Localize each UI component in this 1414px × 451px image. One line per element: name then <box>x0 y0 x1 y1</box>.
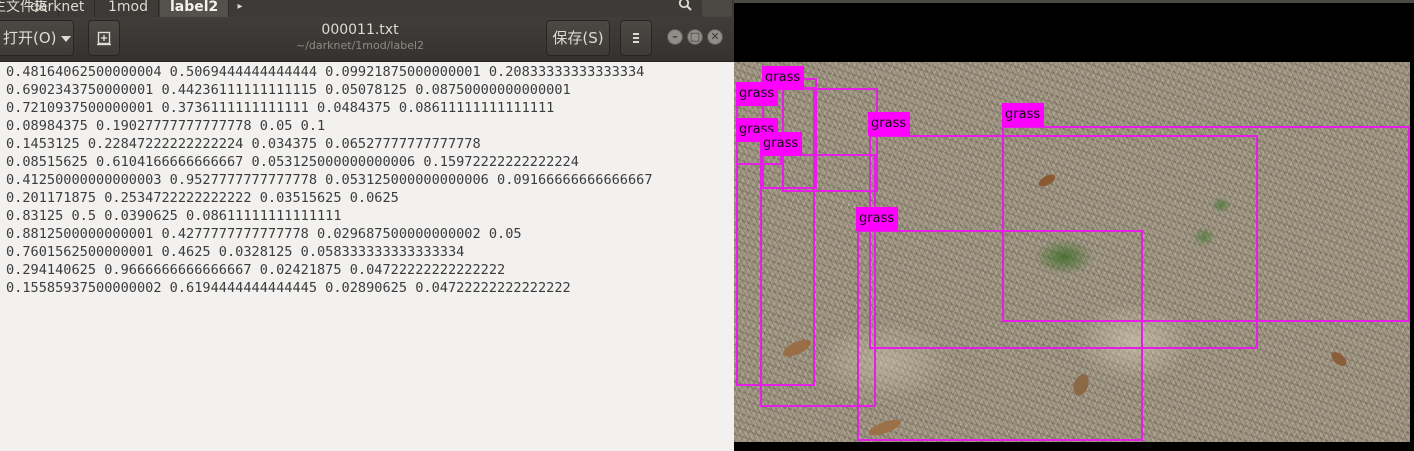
image-viewer-window: grass grass grass grass grass grass gras… <box>734 0 1414 451</box>
text-line: 0.8812500000000001 0.4277777777777778 0.… <box>6 226 522 242</box>
grass-photo <box>734 62 1410 442</box>
chevron-down-icon <box>60 35 71 42</box>
detection-label: grass <box>1002 103 1045 127</box>
menu-button[interactable] <box>620 20 652 56</box>
detection-label: grass <box>856 207 899 231</box>
close-button[interactable]: ✕ <box>707 29 723 45</box>
open-button-label: 打开(O) <box>3 29 57 47</box>
detection-label: grass <box>760 132 803 156</box>
text-line: 0.48164062500000004 0.5069444444444444 0… <box>6 64 645 80</box>
new-document-button[interactable] <box>88 20 120 56</box>
breadcrumb-label2[interactable]: label2 <box>160 0 230 17</box>
path-bar: 主文件夹 darknet 1mod label2 ▸ <box>0 0 734 17</box>
minimize-button[interactable]: – <box>667 29 683 45</box>
breadcrumb-darknet[interactable]: darknet <box>20 0 96 17</box>
viewer-title-edge <box>734 0 1414 3</box>
text-line: 0.7210937500000001 0.3736111111111111 0.… <box>6 100 555 116</box>
breadcrumb-1mod[interactable]: 1mod <box>98 0 159 17</box>
save-button[interactable]: 保存(S) <box>546 20 610 56</box>
detection-label: grass <box>736 82 779 106</box>
text-line: 0.7601562500000001 0.4625 0.0328125 0.05… <box>6 244 465 260</box>
new-document-icon <box>97 31 111 46</box>
detection-label: grass <box>868 112 911 136</box>
maximize-button[interactable]: □ <box>687 29 703 45</box>
text-line: 0.6902343750000001 0.44236111111111115 0… <box>6 82 571 98</box>
text-line: 0.83125 0.5 0.0390625 0.0861111111111111… <box>6 208 342 224</box>
text-line: 0.08984375 0.19027777777777778 0.05 0.1 <box>6 118 326 134</box>
view-options-button[interactable] <box>702 0 732 17</box>
search-icon[interactable] <box>672 0 698 17</box>
text-line: 0.294140625 0.9666666666666667 0.0242187… <box>6 262 506 278</box>
editor-header-bar: 打开(O) 000011.txt ~/darknet/1mod/label2 保… <box>0 17 734 62</box>
text-line: 0.1453125 0.22847222222222224 0.034375 0… <box>6 136 481 152</box>
text-line: 0.41250000000000003 0.9527777777777778 0… <box>6 172 653 188</box>
document-title-area: 000011.txt ~/darknet/1mod/label2 <box>240 22 480 53</box>
text-line: 0.15585937500000002 0.6194444444444445 0… <box>6 280 571 296</box>
document-title: 000011.txt <box>321 22 399 38</box>
hamburger-menu-icon <box>633 33 639 43</box>
document-path: ~/darknet/1mod/label2 <box>295 39 425 52</box>
leaf <box>1328 349 1350 369</box>
detection-box <box>857 230 1143 441</box>
open-button[interactable]: 打开(O) <box>0 20 74 56</box>
text-editor[interactable]: 0.48164062500000004 0.5069444444444444 0… <box>0 62 734 451</box>
text-line: 0.201171875 0.2534722222222222 0.0351562… <box>6 190 399 206</box>
text-line: 0.08515625 0.6104166666666667 0.05312500… <box>6 154 579 170</box>
breadcrumb-next-arrow[interactable]: ▸ <box>232 0 248 16</box>
